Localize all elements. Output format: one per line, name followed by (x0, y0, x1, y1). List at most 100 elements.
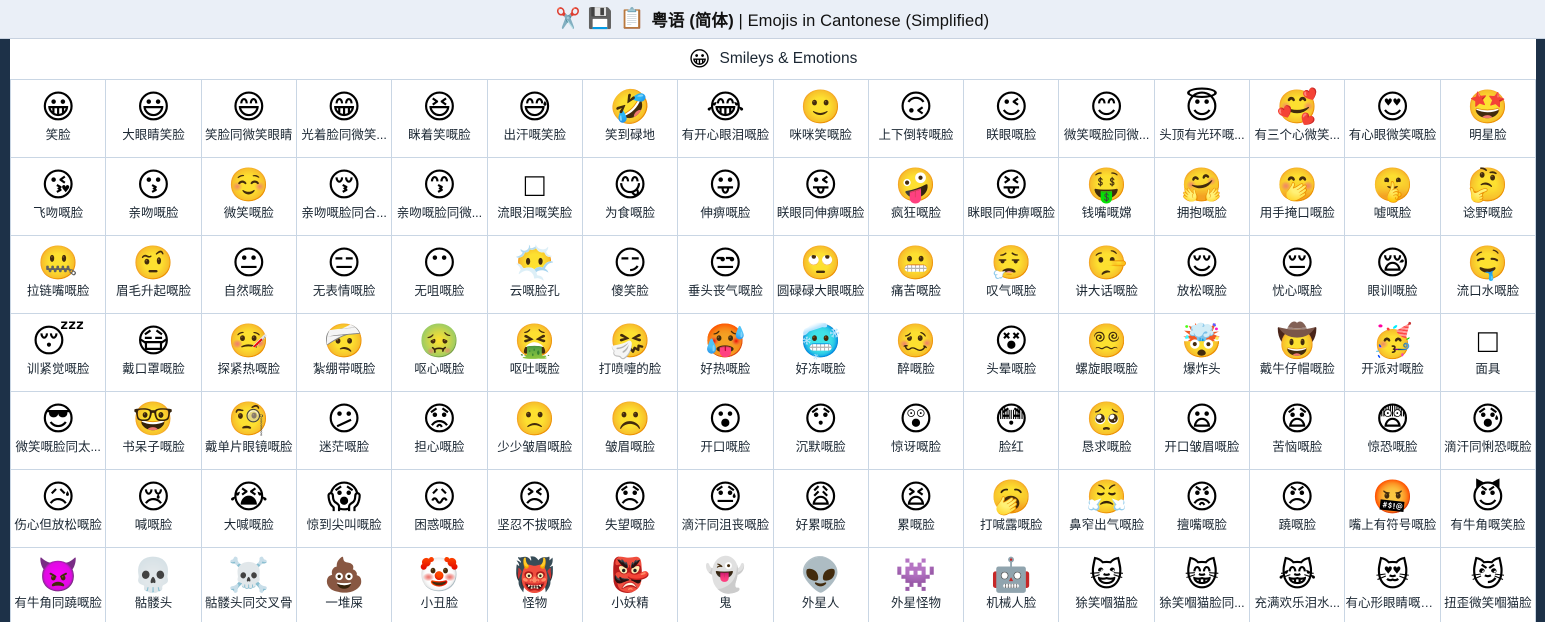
emoji-cell[interactable]: 🙁 少少皱眉嘅脸 (487, 392, 583, 470)
emoji-cell[interactable]: 😦 开口皱眉嘅脸 (1154, 392, 1251, 470)
emoji-cell[interactable]: 😓 滴汗同沮丧嘅脸 (678, 470, 774, 548)
emoji-cell[interactable]: 👽 外星人 (773, 548, 869, 622)
emoji-cell[interactable]: 😭 大喊嘅脸 (201, 470, 297, 548)
emoji-cell[interactable]: 😣 坚忍不拔嘅脸 (487, 470, 583, 548)
emoji-cell[interactable]: 😠 蹺嘅脸 (1250, 470, 1346, 548)
emoji-cell[interactable]: 🤣 笑到碌地 (582, 80, 679, 158)
emoji-cell[interactable]: 😅 出汗嘅笑脸 (487, 80, 583, 158)
floppy-disk-icon[interactable]: 💾 (588, 9, 613, 29)
emoji-cell[interactable]: 🙄 圆碌碌大眼嘅脸 (773, 236, 869, 314)
emoji-cell[interactable]: 😻 有心形眼睛嘅微... (1345, 548, 1441, 622)
emoji-cell[interactable]: 😶‍🌫️ 云嘅脸孔 (487, 236, 583, 314)
emoji-cell[interactable]: 😑 无表情嘅脸 (296, 236, 393, 314)
emoji-cell[interactable]: 😢 喊嘅脸 (106, 470, 202, 548)
emoji-cell[interactable]: 💀 骷髅头 (106, 548, 202, 622)
emoji-cell[interactable]: 😱 惊到尖叫嘅脸 (296, 470, 393, 548)
emoji-cell[interactable]: 😮‍💨 叹气嘅脸 (964, 236, 1060, 314)
emoji-cell[interactable]: 😤 鼻窄出气嘅脸 (1059, 470, 1155, 548)
emoji-cell[interactable]: 🤖 机械人脸 (964, 548, 1060, 622)
scissors-icon[interactable]: ✂️ (556, 9, 581, 29)
emoji-cell[interactable]: 😆 眯着笑嘅脸 (392, 80, 488, 158)
emoji-cell[interactable]: 😝 眯眼同伸痹嘅脸 (964, 158, 1060, 236)
emoji-cell[interactable]: 🤮 呕吐嘅脸 (487, 314, 583, 392)
emoji-cell[interactable]: 😄 笑脸同微笑眼睛 (201, 80, 297, 158)
emoji-cell[interactable]: 😎 微笑嘅脸同太... (11, 392, 107, 470)
emoji-cell[interactable]: 😫 累嘅脸 (868, 470, 965, 548)
emoji-cell[interactable]: 😈 有牛角嘅笑脸 (1440, 470, 1536, 548)
emoji-cell[interactable]: 🥺 恳求嘅脸 (1059, 392, 1155, 470)
emoji-cell[interactable]: 😧 苦恼嘅脸 (1250, 392, 1346, 470)
emoji-cell[interactable]: 😍 有心眼微笑嘅脸 (1345, 80, 1441, 158)
emoji-cell[interactable]: 😷 戴口罩嘅脸 (106, 314, 202, 392)
emoji-cell[interactable]: 🤨 眉毛升起嘅脸 (106, 236, 202, 314)
emoji-cell[interactable]: 😺 狳笑嗰猫脸 (1059, 548, 1155, 622)
emoji-cell[interactable]: 🤥 讲大话嘅脸 (1059, 236, 1155, 314)
emoji-cell[interactable]: 😖 困惑嘅脸 (392, 470, 488, 548)
emoji-cell[interactable]: 😮 开口嘅脸 (678, 392, 774, 470)
emoji-cell[interactable]: 😥 伤心但放松嘅脸 (11, 470, 107, 548)
emoji-cell[interactable]: 😔 忧心嘅脸 (1250, 236, 1346, 314)
emoji-cell[interactable]: 😜 眹眼同伸痹嘅脸 (773, 158, 869, 236)
emoji-cell[interactable]: 🥳 开派对嘅脸 (1345, 314, 1441, 392)
emoji-cell[interactable]: 🤬 嘴上有符号嘅脸 (1345, 470, 1441, 548)
emoji-cell[interactable]: 😏 傻笑脸 (582, 236, 679, 314)
emoji-cell[interactable]: 😡 擅嘴嘅脸 (1154, 470, 1251, 548)
emoji-cell[interactable]: 😇 头顶有光环嘅... (1154, 80, 1251, 158)
emoji-cell[interactable]: 🧐 戴单片眼镜嘅脸 (201, 392, 297, 470)
emoji-cell[interactable]: 😛 伸痹嘅脸 (678, 158, 774, 236)
emoji-cell[interactable]: 😰 滴汗同悧恐嘅脸 (1440, 392, 1536, 470)
emoji-cell[interactable]: 🤑 钱嘴嘅嫦 (1059, 158, 1155, 236)
emoji-cell[interactable]: 😁 光着脸同微笑... (296, 80, 393, 158)
emoji-cell[interactable]: 🤢 呕心嘅脸 (392, 314, 488, 392)
emoji-cell[interactable]: 👾 外星怪物 (868, 548, 965, 622)
emoji-cell[interactable]: 🤪 疯狂嘅脸 (868, 158, 965, 236)
emoji-cell[interactable]: 👺 小妖精 (582, 548, 679, 622)
emoji-cell[interactable]: 🤧 打喷嚏的脸 (582, 314, 679, 392)
emoji-cell[interactable]: 👿 有牛角同蹺嘅脸 (11, 548, 107, 622)
emoji-cell[interactable]: 🤓 书呆子嘅脸 (106, 392, 202, 470)
emoji-cell[interactable]: 😼 扭歪微笑嗰猫脸 (1440, 548, 1536, 622)
emoji-cell[interactable]: 😐 自然嘅脸 (201, 236, 297, 314)
emoji-cell[interactable]: 😵 头晕嘅脸 (964, 314, 1060, 392)
emoji-cell[interactable]: 🤐 拉链嘴嘅脸 (11, 236, 107, 314)
emoji-cell[interactable]: □ 面具 (1440, 314, 1536, 392)
emoji-cell[interactable]: 🥶 好冻嘅脸 (773, 314, 869, 392)
emoji-cell[interactable]: ☺️ 微笑嘅脸 (201, 158, 297, 236)
emoji-cell[interactable]: 😩 好累嘅脸 (773, 470, 869, 548)
emoji-cell[interactable]: 😉 眹眼嘅脸 (964, 80, 1060, 158)
emoji-cell[interactable]: 😳 脸红 (964, 392, 1060, 470)
emoji-cell[interactable]: 😨 惊恐嘅脸 (1345, 392, 1441, 470)
emoji-cell[interactable]: 😲 惊讶嘅脸 (868, 392, 965, 470)
emoji-cell[interactable]: 👹 怪物 (487, 548, 583, 622)
emoji-cell[interactable]: 🤕 紮绷带嘅脸 (296, 314, 393, 392)
emoji-cell[interactable]: 😟 担心嘅脸 (392, 392, 488, 470)
emoji-cell[interactable]: 😹 充满欢乐泪水... (1250, 548, 1346, 622)
emoji-cell[interactable]: 😘 飞吻嘅脸 (11, 158, 107, 236)
emoji-cell[interactable]: 🥱 打喊露嘅脸 (964, 470, 1060, 548)
emoji-cell[interactable]: 😶 无咀嘅脸 (392, 236, 488, 314)
emoji-cell[interactable]: 💩 一堆屎 (296, 548, 393, 622)
emoji-cell[interactable]: 🤯 爆炸头 (1154, 314, 1251, 392)
clipboard-icon[interactable]: 📋 (620, 9, 645, 29)
emoji-cell[interactable]: 😪 眼训嘅脸 (1345, 236, 1441, 314)
emoji-cell[interactable]: ☠️ 骷髅头同交叉骨 (201, 548, 297, 622)
emoji-cell[interactable]: 🤤 流口水嘅脸 (1440, 236, 1536, 314)
emoji-cell[interactable]: 🤩 明星脸 (1440, 80, 1536, 158)
emoji-cell[interactable]: 🤠 戴牛仔帽嘅脸 (1250, 314, 1346, 392)
emoji-cell[interactable]: 🤭 用手掩口嘅脸 (1250, 158, 1346, 236)
emoji-cell[interactable]: 😵‍💫 螺旋眼嘅脸 (1059, 314, 1155, 392)
emoji-cell[interactable]: 😀 笑脸 (11, 80, 107, 158)
emoji-cell[interactable]: 😋 为食嘅脸 (582, 158, 679, 236)
emoji-cell[interactable]: 🤗 拥抱嘅脸 (1154, 158, 1251, 236)
emoji-cell[interactable]: 🥵 好热嘅脸 (678, 314, 774, 392)
emoji-cell[interactable]: 🙃 上下倒转嘅脸 (868, 80, 965, 158)
emoji-cell[interactable]: 😃 大眼睛笑脸 (106, 80, 202, 158)
emoji-cell[interactable]: 🙂 咪咪笑嘅脸 (773, 80, 869, 158)
emoji-cell[interactable]: 😌 放松嘅脸 (1154, 236, 1251, 314)
emoji-cell[interactable]: □ 流眼泪嘅笑脸 (487, 158, 583, 236)
emoji-cell[interactable]: 😒 垂头丧气嘅脸 (678, 236, 774, 314)
emoji-cell[interactable]: 😞 失望嘅脸 (582, 470, 679, 548)
emoji-cell[interactable]: 😬 痛苦嘅脸 (868, 236, 965, 314)
emoji-cell[interactable]: 😴 训紧觉嘅脸 (11, 314, 107, 392)
emoji-cell[interactable]: 😂 有开心眼泪嘅脸 (678, 80, 774, 158)
